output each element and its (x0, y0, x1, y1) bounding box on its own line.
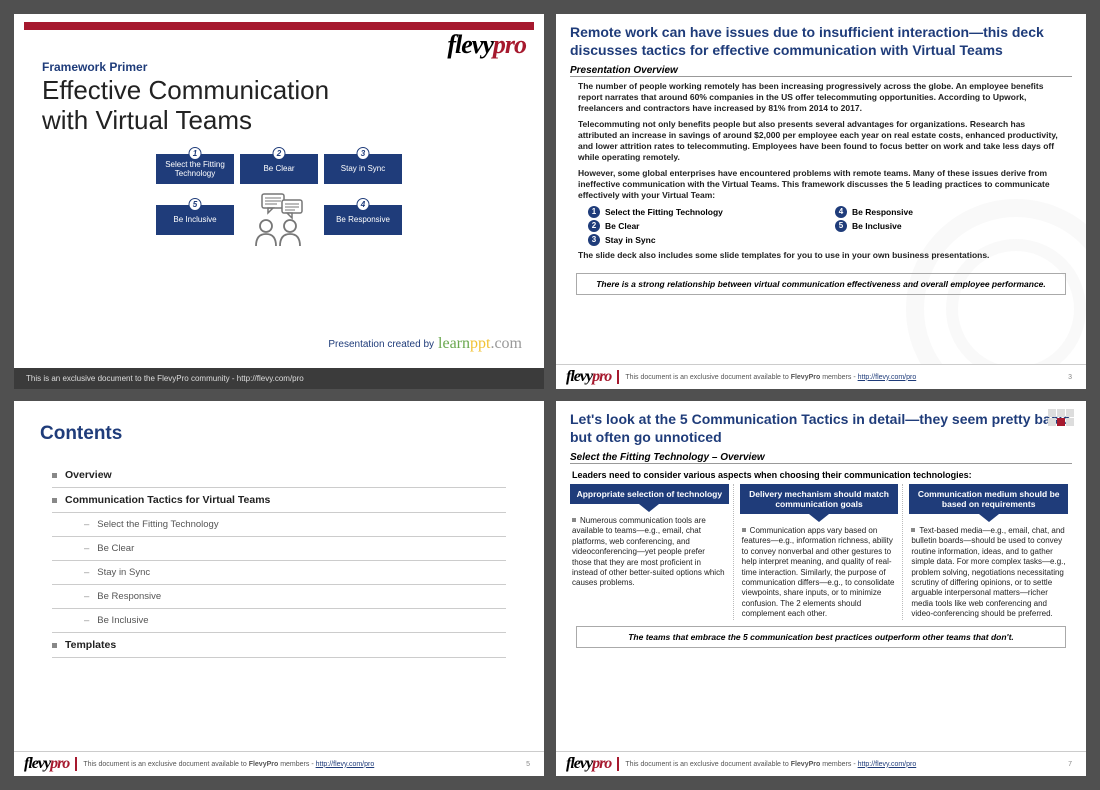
box-label: Select the Fitting Technology (160, 160, 230, 178)
para-2: Telecommuting not only benefits people b… (578, 119, 1064, 163)
slide-footer: This is an exclusive document to the Fle… (14, 368, 544, 389)
brand-text-pro: pro (493, 30, 526, 59)
column-header: Delivery mechanism should match communic… (740, 484, 899, 514)
kicker: Framework Primer (42, 60, 544, 74)
column-2: Delivery mechanism should match communic… (740, 484, 904, 620)
main-title-l2: with Virtual Teams (42, 106, 544, 136)
column-text: Communication apps vary based on feature… (740, 526, 899, 620)
slide-tactics-detail: Let's look at the 5 Communication Tactic… (556, 401, 1086, 776)
page-number: 3 (1068, 374, 1076, 381)
box-3: 3Stay in Sync (324, 154, 402, 184)
subhead: Presentation Overview (570, 65, 1072, 77)
callout: The teams that embrace the 5 communicati… (576, 626, 1066, 648)
brand-logo: flevypro (447, 30, 526, 60)
slide-footer: flevypro This document is an exclusive d… (14, 751, 544, 776)
brand-logo-small: flevypro (566, 368, 611, 386)
column-3: Communication medium should be based on … (909, 484, 1072, 620)
slide-overview: Remote work can have issues due to insuf… (556, 14, 1086, 389)
overview-body: The number of people working remotely ha… (556, 81, 1086, 267)
column-text: Text-based media—e.g., email, chat, and … (909, 526, 1068, 620)
brand-logo-small: flevypro (24, 755, 69, 773)
footer-text: This document is an exclusive document a… (625, 761, 916, 768)
list-item: Be Clear (605, 221, 640, 232)
list-item: Be Inclusive (852, 221, 902, 232)
box-4: 4Be Responsive (324, 205, 402, 235)
list-item: Stay in Sync (605, 235, 656, 246)
list-item: Select the Fitting Technology (605, 207, 723, 218)
people-chat-icon (240, 190, 318, 250)
contents-title: Contents (14, 401, 544, 463)
footer-link[interactable]: http://flevy.com/pro (858, 761, 917, 768)
slide-title: flevypro Framework Primer Effective Comm… (14, 14, 544, 389)
box-1: 1Select the Fitting Technology (156, 154, 234, 184)
column-header: Communication medium should be based on … (909, 484, 1068, 514)
toc-subitem: –Be Responsive (52, 585, 506, 609)
para-4: The slide deck also includes some slide … (578, 250, 1064, 261)
footer-link[interactable]: http://flevy.com/pro (858, 374, 917, 381)
page-number: 5 (526, 761, 534, 768)
column-text: Numerous communication tools are availab… (570, 516, 729, 589)
toc-subitem: –Be Inclusive (52, 609, 506, 633)
footer-link[interactable]: http://flevy.com/pro (316, 761, 375, 768)
box-label: Be Clear (263, 164, 294, 173)
footer-text: This document is an exclusive document a… (625, 374, 916, 381)
box-5: 5Be Inclusive (156, 205, 234, 235)
box-label: Be Inclusive (173, 215, 216, 224)
created-by: Presentation created by learnppt.com (328, 335, 522, 353)
callout: There is a strong relationship between v… (576, 273, 1066, 295)
para-1: The number of people working remotely ha… (578, 81, 1064, 114)
toc-subitem: –Stay in Sync (52, 561, 506, 585)
contents-list: Overview Communication Tactics for Virtu… (14, 463, 544, 658)
page-number: 7 (1068, 761, 1076, 768)
box-2: 2Be Clear (240, 154, 318, 184)
footer-text: This document is an exclusive document a… (83, 761, 374, 768)
brand-text: flevy (447, 30, 493, 59)
columns: Appropriate selection of technology Nume… (556, 484, 1086, 620)
headline: Let's look at the 5 Communication Tactic… (556, 401, 1086, 450)
toc-item: Overview (52, 463, 506, 488)
accent-squares (1048, 409, 1074, 426)
subhead: Select the Fitting Technology – Overview (570, 452, 1072, 464)
slide-contents: Contents Overview Communication Tactics … (14, 401, 544, 776)
box-label: Stay in Sync (341, 164, 385, 173)
toc-subitem: –Select the Fitting Technology (52, 513, 506, 537)
column-header: Appropriate selection of technology (570, 484, 729, 504)
lead-text: Leaders need to consider various aspects… (556, 468, 1086, 484)
toc-item: Templates (52, 633, 506, 658)
learnppt-logo: learnppt.com (438, 335, 522, 353)
list-item: Be Responsive (852, 207, 913, 218)
brand-logo-small: flevypro (566, 755, 611, 773)
para-3: However, some global enterprises have en… (578, 168, 1064, 201)
accent-bar (24, 22, 534, 30)
practices-list: 1Select the Fitting Technology 4Be Respo… (588, 206, 1064, 246)
toc-subitem: –Be Clear (52, 537, 506, 561)
toc-item: Communication Tactics for Virtual Teams (52, 488, 506, 513)
created-by-label: Presentation created by (328, 339, 434, 350)
headline: Remote work can have issues due to insuf… (556, 14, 1086, 63)
slide-footer: flevypro This document is an exclusive d… (556, 364, 1086, 389)
box-label: Be Responsive (336, 215, 390, 224)
slide-footer: flevypro This document is an exclusive d… (556, 751, 1086, 776)
framework-diagram: 1Select the Fitting Technology 2Be Clear… (14, 154, 544, 250)
main-title-l1: Effective Communication (42, 76, 544, 106)
column-1: Appropriate selection of technology Nume… (570, 484, 734, 620)
